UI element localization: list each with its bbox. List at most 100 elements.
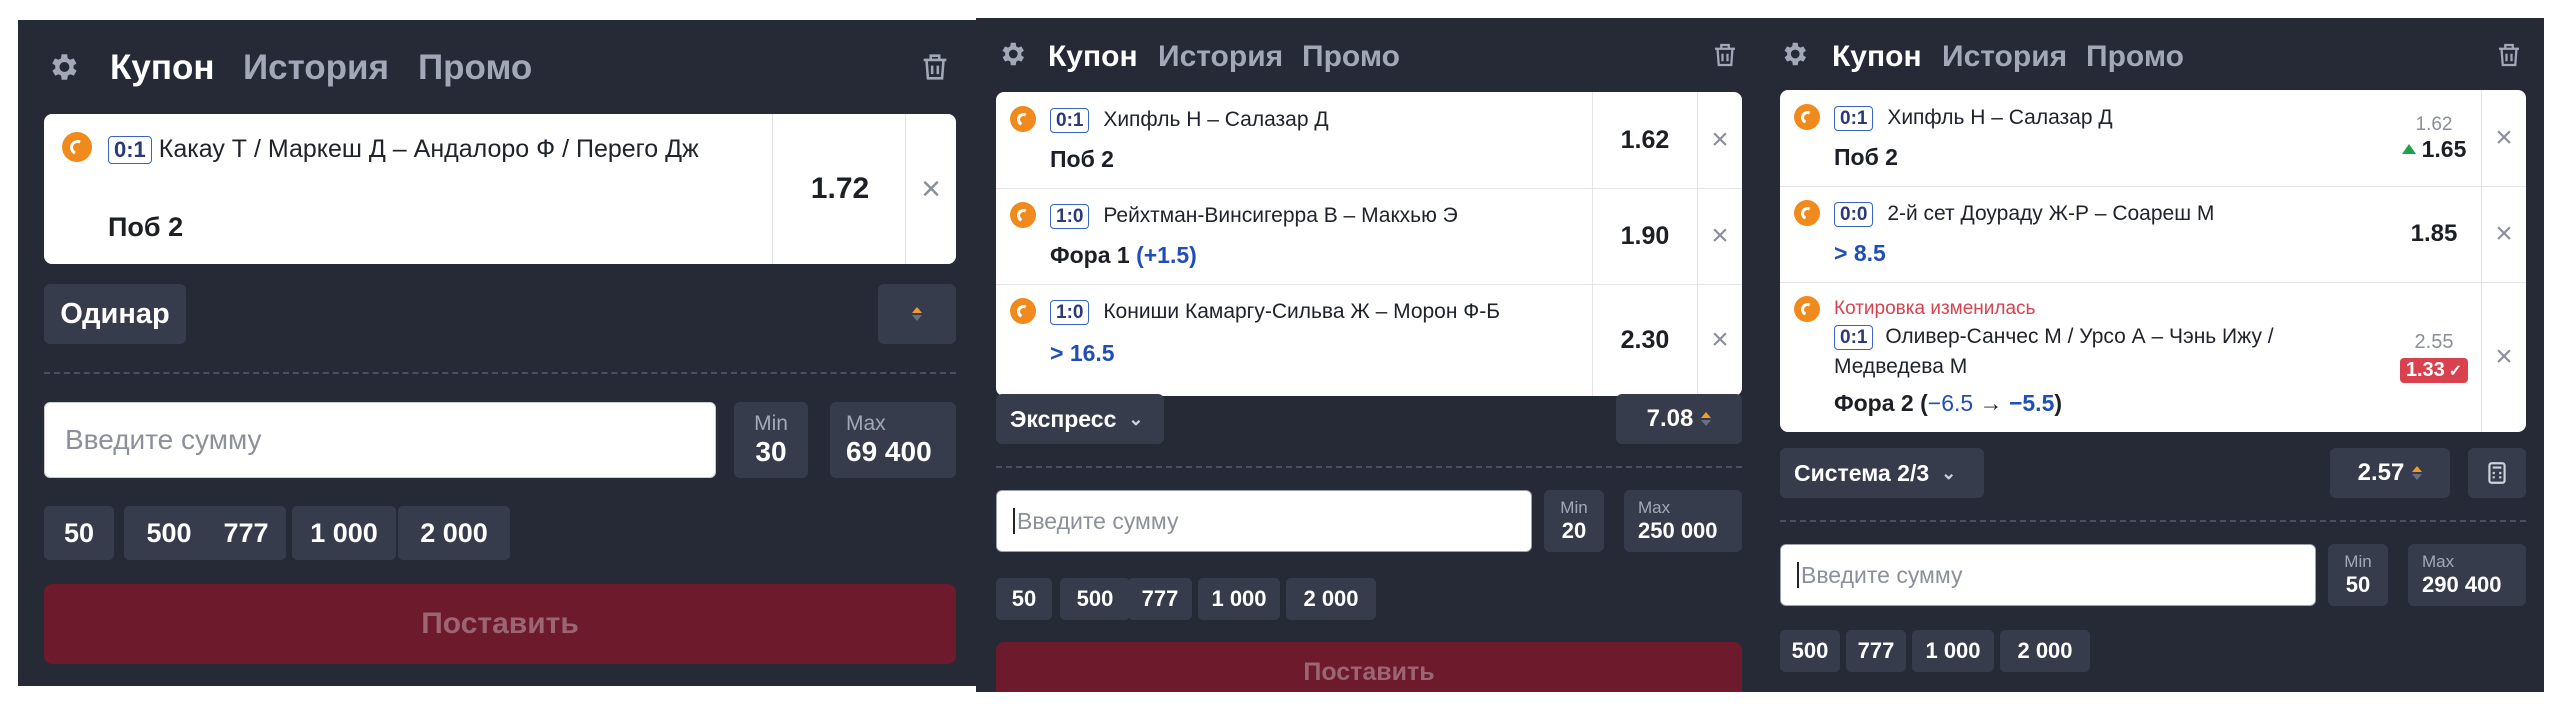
quick-amount-2000[interactable]: 2 000 bbox=[398, 506, 510, 560]
min-label: Min bbox=[754, 412, 788, 435]
quick-amount-1000[interactable]: 1 000 bbox=[1912, 630, 1994, 672]
quick-amount-500[interactable]: 500 bbox=[1780, 630, 1840, 672]
market-label: Поб 2 bbox=[1834, 144, 1898, 171]
stake-input[interactable]: Введите сумму bbox=[996, 490, 1532, 552]
event-name: Кониши Камаргу-Сильва Ж – Морон Ф-Б bbox=[1103, 300, 1501, 323]
odds-change-toggle[interactable] bbox=[878, 284, 956, 344]
trash-icon[interactable] bbox=[1708, 38, 1742, 72]
score-badge: 0:0 bbox=[1834, 202, 1874, 227]
score-badge: 0:1 bbox=[108, 136, 152, 164]
remove-bet-close-icon[interactable]: × bbox=[2481, 186, 2526, 282]
bet-type-selector[interactable]: Система 2/3 ⌄ bbox=[1780, 448, 1984, 498]
coupon-panel-single: Купон История Промо 0:1 Какау Т / Маркеш… bbox=[18, 20, 978, 686]
market-extra: (+1.5) bbox=[1136, 242, 1197, 268]
stake-input[interactable]: Введите сумму bbox=[1780, 544, 2316, 606]
total-odds-value: 2.57 bbox=[2357, 459, 2405, 486]
divider bbox=[996, 466, 1742, 468]
coupon-header: Купон История Промо bbox=[976, 30, 1760, 80]
tab-coupon[interactable]: Купон bbox=[110, 48, 215, 88]
odds-cell[interactable]: 1.62 1.65 bbox=[2388, 90, 2480, 186]
min-stake-button[interactable]: Min 30 bbox=[734, 402, 808, 478]
quick-amount-2000[interactable]: 2 000 bbox=[2000, 630, 2090, 672]
max-stake-button[interactable]: Max 69 400 bbox=[830, 402, 956, 478]
quick-amount-777[interactable]: 777 bbox=[1128, 578, 1192, 620]
odds-changed-warning: Котировка изменилась bbox=[1834, 298, 2036, 319]
quick-amount-777[interactable]: 777 bbox=[1846, 630, 1906, 672]
max-label: Max bbox=[2422, 552, 2455, 571]
settings-gear-icon[interactable] bbox=[996, 38, 1028, 70]
tab-history[interactable]: История bbox=[1158, 40, 1283, 74]
total-odds-display[interactable]: 7.08 bbox=[1616, 394, 1742, 444]
market-label: Фора 2 (−6.5 → −5.5) bbox=[1834, 390, 2062, 417]
sport-logo-icon bbox=[62, 132, 92, 162]
divider bbox=[1780, 520, 2526, 522]
quick-amount-1000[interactable]: 1 000 bbox=[292, 506, 396, 560]
tab-history[interactable]: История bbox=[243, 48, 389, 88]
bet-row: 0:1 Хипфль Н – Салазар Д Поб 2 1.62 1.65… bbox=[1780, 90, 2526, 187]
remove-bet-close-icon[interactable]: × bbox=[905, 114, 956, 264]
tab-coupon[interactable]: Купон bbox=[1048, 40, 1138, 74]
settings-gear-icon[interactable] bbox=[46, 50, 80, 84]
bet-type-selector[interactable]: Экспресс ⌄ bbox=[996, 394, 1164, 444]
max-stake-button[interactable]: Max 290 400 bbox=[2408, 544, 2526, 606]
old-odds-value: 2.55 bbox=[2414, 331, 2454, 353]
odds-cell[interactable]: 1.72 bbox=[772, 114, 907, 264]
remove-bet-close-icon[interactable]: × bbox=[2481, 90, 2526, 186]
score-badge: 0:1 bbox=[1834, 325, 1874, 350]
chevron-down-icon: ⌄ bbox=[1128, 408, 1144, 429]
tab-promo[interactable]: Промо bbox=[2086, 40, 2184, 74]
quick-amount-1000[interactable]: 1 000 bbox=[1198, 578, 1280, 620]
min-stake-button[interactable]: Min 50 bbox=[2328, 544, 2388, 606]
odds-cell[interactable]: 2.30 bbox=[1592, 284, 1697, 396]
tab-promo[interactable]: Промо bbox=[1302, 40, 1400, 74]
min-stake-button[interactable]: Min 20 bbox=[1544, 490, 1604, 552]
quick-amount-50[interactable]: 50 bbox=[44, 506, 114, 560]
stake-input[interactable]: Введите сумму bbox=[44, 402, 716, 478]
divider bbox=[44, 372, 956, 374]
market-label: Поб 2 bbox=[108, 212, 184, 242]
stake-placeholder: Введите сумму bbox=[1801, 561, 1963, 588]
settings-gear-icon[interactable] bbox=[1778, 38, 1810, 70]
remove-bet-close-icon[interactable]: × bbox=[2481, 282, 2526, 432]
quick-amount-2000[interactable]: 2 000 bbox=[1286, 578, 1376, 620]
calculator-icon bbox=[2488, 462, 2506, 484]
bet-type-selector[interactable]: Одинар bbox=[44, 284, 186, 344]
total-odds-display[interactable]: 2.57 bbox=[2330, 448, 2450, 498]
quick-amount-500[interactable]: 500 bbox=[124, 506, 214, 560]
market-extra: > 8.5 bbox=[1834, 240, 1886, 266]
place-bet-label: Поставить bbox=[421, 607, 579, 640]
bet-list-card: 0:1 Хипфль Н – Салазар Д Поб 2 1.62 × 1:… bbox=[996, 92, 1742, 396]
tab-coupon[interactable]: Купон bbox=[1832, 40, 1922, 74]
odds-cell[interactable]: 2.55 1.33 ✓ bbox=[2388, 282, 2480, 432]
odds-cell[interactable]: 1.90 bbox=[1592, 188, 1697, 284]
market-label: Фора 1 (+1.5) bbox=[1050, 242, 1197, 269]
score-badge: 0:1 bbox=[1050, 108, 1090, 133]
max-value: 290 400 bbox=[2422, 572, 2502, 597]
calculator-button[interactable] bbox=[2468, 448, 2526, 498]
max-stake-button[interactable]: Max 250 000 bbox=[1624, 490, 1742, 552]
market-text: Поб 2 bbox=[1050, 146, 1114, 172]
bet-row: 0:1 Какау Т / Маркеш Д – Андалоро Ф / Пе… bbox=[44, 114, 956, 264]
odds-value: 1.65 bbox=[2421, 135, 2467, 162]
quick-amount-500[interactable]: 500 bbox=[1060, 578, 1130, 620]
place-bet-button[interactable]: Поставить bbox=[44, 584, 956, 664]
remove-bet-close-icon[interactable]: × bbox=[1697, 92, 1742, 188]
remove-bet-close-icon[interactable]: × bbox=[1697, 284, 1742, 396]
trash-icon[interactable] bbox=[2492, 38, 2526, 72]
quick-amount-50[interactable]: 50 bbox=[996, 578, 1052, 620]
tab-promo[interactable]: Промо bbox=[418, 48, 532, 88]
sport-logo-icon bbox=[1010, 106, 1036, 132]
tab-history[interactable]: История bbox=[1942, 40, 2067, 74]
trash-icon[interactable] bbox=[916, 48, 954, 86]
coupon-header: Купон История Промо bbox=[1760, 30, 2544, 80]
sport-logo-icon bbox=[1794, 104, 1820, 130]
quick-amount-777[interactable]: 777 bbox=[206, 506, 286, 560]
place-bet-label: Поставить bbox=[1303, 658, 1435, 686]
odds-up-arrow-icon bbox=[2401, 144, 2416, 154]
place-bet-button[interactable]: Поставить bbox=[996, 642, 1742, 692]
remove-bet-close-icon[interactable]: × bbox=[1697, 188, 1742, 284]
odds-cell[interactable]: 1.85 bbox=[2388, 186, 2480, 282]
odds-cell[interactable]: 1.62 bbox=[1592, 92, 1697, 188]
market-text: Фора 2 ( bbox=[1834, 390, 1928, 416]
bet-row: 1:0 Кониши Камаргу-Сильва Ж – Морон Ф-Б … bbox=[996, 284, 1742, 396]
